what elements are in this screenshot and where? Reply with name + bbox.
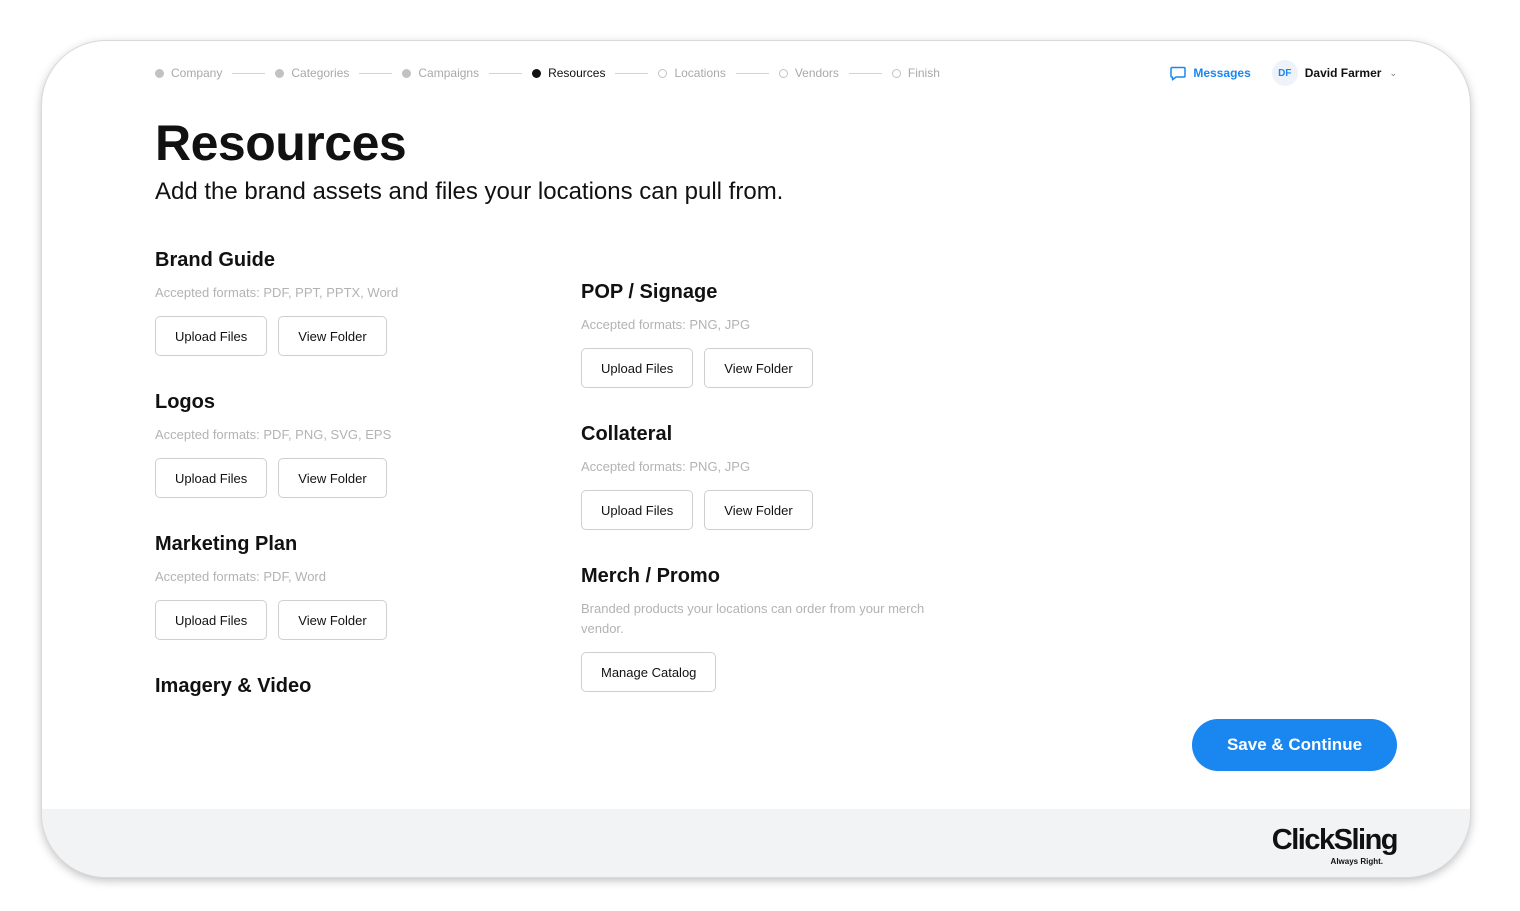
view-folder-button[interactable]: View Folder	[278, 600, 387, 640]
step-pending-dot-icon	[891, 68, 901, 78]
step-pending-dot-icon	[658, 68, 668, 78]
section-title: Merch / Promo	[581, 565, 720, 587]
step-label: Company	[171, 66, 223, 80]
section-description: Accepted formats: PNG, JPG	[581, 317, 751, 332]
app-window: Company Categories Campaigns Resources L…	[42, 41, 1470, 877]
step-label: Resources	[548, 66, 606, 80]
step-connector	[735, 72, 769, 74]
upload-files-button[interactable]: Upload Files	[155, 458, 268, 498]
section-marketing-plan: Marketing Plan Accepted formats: PDF, Wo…	[155, 533, 398, 640]
step-complete-dot-icon	[275, 68, 285, 78]
view-folder-button[interactable]: View Folder	[278, 316, 387, 356]
step-label: Locations	[674, 66, 726, 80]
step-complete-dot-icon	[402, 68, 412, 78]
top-right-controls: Messages DF David Farmer ⌄	[1170, 60, 1397, 86]
messages-link[interactable]: Messages	[1170, 66, 1251, 81]
step-connector	[848, 72, 882, 74]
step-label: Categories	[291, 66, 350, 80]
upload-files-button[interactable]: Upload Files	[581, 348, 694, 388]
section-title: Brand Guide	[155, 249, 276, 271]
section-logos: Logos Accepted formats: PDF, PNG, SVG, E…	[155, 391, 398, 498]
section-description: Accepted formats: PDF, PNG, SVG, EPS	[155, 427, 392, 442]
section-title: Collateral	[581, 423, 673, 445]
step-locations[interactable]: Locations	[658, 66, 726, 80]
chevron-down-icon: ⌄	[1389, 67, 1397, 78]
upload-files-button[interactable]: Upload Files	[155, 600, 268, 640]
step-campaigns[interactable]: Campaigns	[402, 66, 479, 80]
logo-tagline: Always Right.	[1330, 857, 1383, 866]
step-active-dot-icon	[532, 68, 542, 78]
progress-stepper: Company Categories Campaigns Resources L…	[155, 65, 940, 81]
clicksling-logo: ClickSling Always Right.	[1271, 824, 1399, 866]
section-title: Imagery & Video	[155, 675, 312, 697]
step-finish[interactable]: Finish	[891, 66, 940, 80]
step-resources[interactable]: Resources	[532, 66, 605, 80]
section-imagery-video: Imagery & Video	[155, 675, 311, 698]
step-vendors[interactable]: Vendors	[778, 66, 839, 80]
step-connector	[615, 72, 649, 74]
section-description: Branded products your locations can orde…	[581, 601, 925, 636]
avatar: DF	[1271, 60, 1298, 86]
step-categories[interactable]: Categories	[275, 66, 349, 80]
section-collateral: Collateral Accepted formats: PNG, JPG Up…	[581, 423, 824, 530]
section-title: Marketing Plan	[155, 533, 298, 555]
section-description: Accepted formats: PDF, PPT, PPTX, Word	[155, 285, 399, 300]
section-description: Accepted formats: PNG, JPG	[581, 459, 751, 474]
step-connector	[359, 72, 393, 74]
save-continue-button[interactable]: Save & Continue	[1192, 719, 1397, 771]
section-merch-promo: Merch / Promo Branded products your loca…	[581, 565, 961, 692]
upload-files-button[interactable]: Upload Files	[581, 490, 694, 530]
step-label: Vendors	[794, 66, 839, 80]
messages-label: Messages	[1193, 66, 1251, 80]
section-title: Logos	[155, 391, 215, 413]
step-complete-dot-icon	[155, 68, 164, 78]
step-connector	[489, 72, 523, 74]
section-description: Accepted formats: PDF, Word	[155, 569, 326, 584]
chat-bubble-icon	[1170, 66, 1187, 81]
view-folder-button[interactable]: View Folder	[704, 490, 813, 530]
step-label: Campaigns	[418, 66, 480, 80]
section-pop-signage: POP / Signage Accepted formats: PNG, JPG…	[581, 281, 824, 388]
manage-catalog-button[interactable]: Manage Catalog	[581, 652, 717, 692]
upload-files-button[interactable]: Upload Files	[155, 316, 268, 356]
view-folder-button[interactable]: View Folder	[278, 458, 387, 498]
step-company[interactable]: Company	[155, 66, 222, 80]
user-name: David Farmer	[1304, 66, 1382, 80]
step-label: Finish	[907, 66, 940, 80]
footer: ClickSling Always Right.	[42, 809, 1470, 877]
step-connector	[232, 72, 266, 74]
logo-name: ClickSling	[1271, 824, 1399, 856]
user-menu[interactable]: DF David Farmer ⌄	[1271, 60, 1397, 86]
page-subtitle: Add the brand assets and files your loca…	[155, 178, 784, 205]
page-title: Resources	[155, 115, 407, 171]
step-pending-dot-icon	[778, 68, 788, 78]
view-folder-button[interactable]: View Folder	[704, 348, 813, 388]
section-brand-guide: Brand Guide Accepted formats: PDF, PPT, …	[155, 249, 398, 356]
section-title: POP / Signage	[581, 281, 718, 303]
